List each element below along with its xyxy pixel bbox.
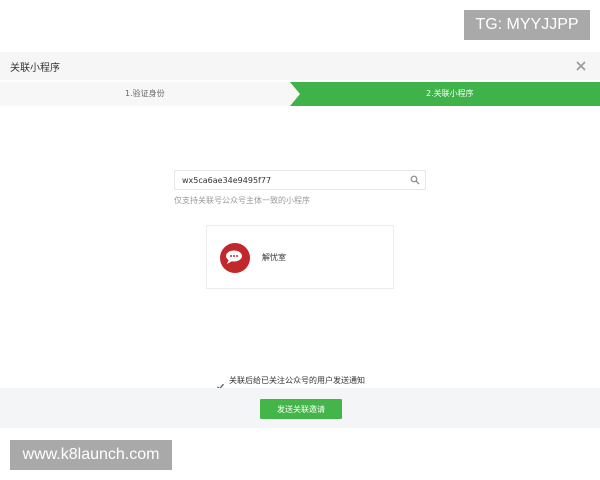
search-box (174, 170, 426, 190)
chat-bubble-avatar-icon (220, 243, 250, 273)
miniprogram-name: 解忧室 (262, 253, 286, 262)
dialog-footer: 发送关联邀请 (0, 388, 600, 428)
step-label: 2.关联小程序 (426, 89, 474, 98)
search-icon[interactable] (405, 171, 425, 189)
miniprogram-result-card[interactable]: 解忧室 (206, 225, 394, 289)
step-verify-identity: 1.验证身份 (0, 82, 300, 106)
agreement-text: 关联后给已关注公众号的用户发送通知 (229, 375, 365, 385)
close-icon[interactable] (574, 58, 588, 72)
send-link-invite-button[interactable]: 发送关联邀请 (260, 399, 342, 419)
appid-search-input[interactable] (175, 171, 407, 189)
dialog-header: 关联小程序 (0, 52, 600, 80)
dialog-title: 关联小程序 (10, 63, 60, 74)
step-link-miniprogram: 2.关联小程序 (290, 82, 600, 106)
link-miniprogram-dialog: 关联小程序 1.验证身份 2.关联小程序 仅支持关联号公众号主体一致的小程序 (0, 52, 600, 428)
watermark-bottom: www.k8launch.com (10, 440, 172, 470)
watermark-bottom-text: www.k8launch.com (22, 446, 160, 463)
notify-agreement[interactable]: 关联后给已关注公众号的用户发送通知 (216, 374, 365, 390)
step-progress: 1.验证身份 2.关联小程序 (0, 82, 600, 106)
watermark-top-text: TG: MYYJJPP (475, 16, 579, 33)
check-icon[interactable] (216, 376, 225, 390)
step-label: 1.验证身份 (125, 89, 165, 98)
watermark-top: TG: MYYJJPP (464, 10, 590, 40)
search-hint: 仅支持关联号公众号主体一致的小程序 (174, 196, 310, 205)
